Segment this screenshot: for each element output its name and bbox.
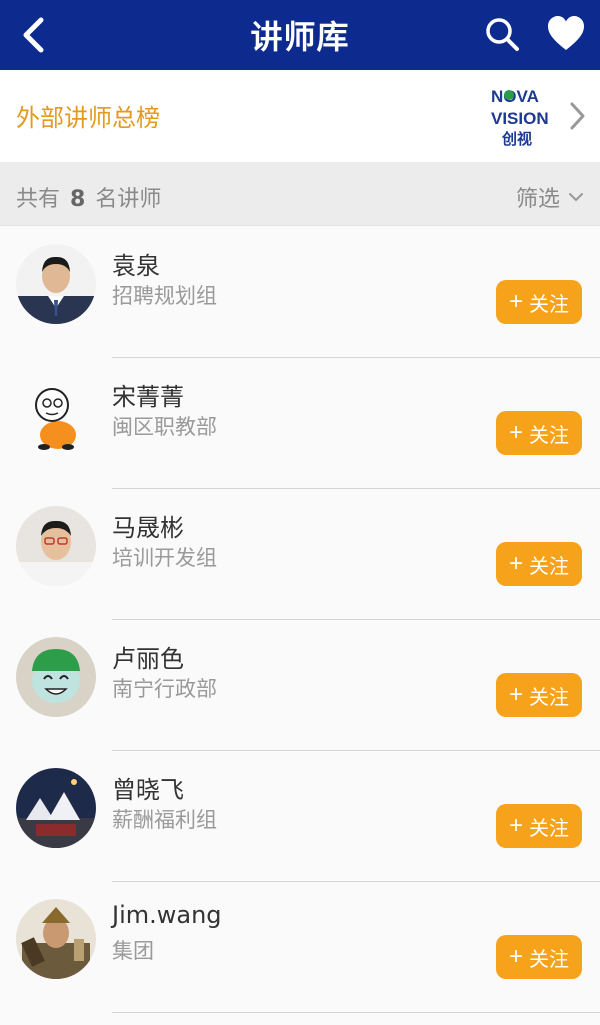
external-lecturer-ranking-banner[interactable]: 外部讲师总榜 NOVA VISION 创视: [0, 70, 600, 163]
back-button[interactable]: [16, 14, 50, 56]
chevron-left-icon: [23, 17, 44, 53]
lecturer-department: 培训开发组: [112, 546, 217, 570]
lecturer-item[interactable]: Jim.wang 集团 + 关注: [0, 881, 600, 1013]
lecturer-department: 南宁行政部: [112, 677, 217, 701]
follow-button[interactable]: + 关注: [496, 280, 582, 324]
follow-button[interactable]: + 关注: [496, 411, 582, 455]
plus-icon: +: [508, 419, 523, 446]
lecturer-department: 集团: [112, 939, 154, 963]
search-icon[interactable]: [484, 16, 520, 52]
lecturer-department: 闽区职教部: [112, 415, 217, 439]
filter-button[interactable]: 筛选: [516, 181, 584, 213]
chevron-down-icon: [569, 193, 583, 201]
avatar: [16, 899, 96, 979]
avatar: [16, 506, 96, 586]
lecturer-department: 招聘规划组: [112, 284, 217, 308]
lecturer-item[interactable]: 卢丽色 南宁行政部 + 关注: [0, 619, 600, 751]
plus-icon: +: [508, 288, 523, 315]
nova-vision-logo: NOVA VISION 创视: [491, 87, 549, 148]
chevron-right-icon: [570, 102, 585, 130]
heart-icon[interactable]: [546, 14, 586, 54]
lecturer-list: 袁泉 招聘规划组 + 关注 宋菁菁 闽区职教部 + 关注 马晟彬 培训开发组 + 关注…: [0, 226, 600, 1013]
filter-label: 筛选: [515, 187, 560, 212]
follow-button[interactable]: + 关注: [496, 542, 582, 586]
lecturer-name: 宋菁菁: [112, 383, 184, 411]
follow-button[interactable]: + 关注: [496, 935, 582, 979]
lecturer-item[interactable]: 马晟彬 培训开发组 + 关注: [0, 488, 600, 620]
lecturer-department: 薪酬福利组: [112, 808, 217, 832]
avatar: [16, 637, 96, 717]
follow-button[interactable]: + 关注: [496, 673, 582, 717]
lecturer-count: 共有 8 名讲师: [16, 187, 162, 212]
plus-icon: +: [508, 681, 523, 708]
lecturer-item[interactable]: 曾晓飞 薪酬福利组 + 关注: [0, 750, 600, 882]
lecturer-name: Jim.wang: [112, 901, 222, 929]
plus-icon: +: [508, 943, 523, 970]
lecturer-count-bar: 共有 8 名讲师 筛选: [0, 163, 600, 226]
lecturer-item[interactable]: 宋菁菁 闽区职教部 + 关注: [0, 357, 600, 489]
plus-icon: +: [508, 812, 523, 839]
lecturer-item[interactable]: 袁泉 招聘规划组 + 关注: [0, 226, 600, 358]
plus-icon: +: [508, 550, 523, 577]
divider: [112, 1012, 600, 1013]
avatar: [16, 375, 96, 455]
app-header: 讲师库: [0, 0, 600, 70]
lecturer-name: 马晟彬: [112, 514, 184, 542]
banner-label: 外部讲师总榜: [16, 104, 160, 132]
svg-text:VISION: VISION: [491, 109, 549, 128]
page-title: 讲师库: [250, 18, 350, 56]
svg-text:NOVA: NOVA: [491, 87, 539, 106]
avatar: [16, 244, 96, 324]
svg-text:创视: 创视: [501, 130, 532, 148]
avatar: [16, 768, 96, 848]
follow-button[interactable]: + 关注: [496, 804, 582, 848]
lecturer-name: 袁泉: [112, 252, 160, 280]
lecturer-name: 卢丽色: [112, 645, 184, 673]
lecturer-name: 曾晓飞: [112, 776, 184, 804]
